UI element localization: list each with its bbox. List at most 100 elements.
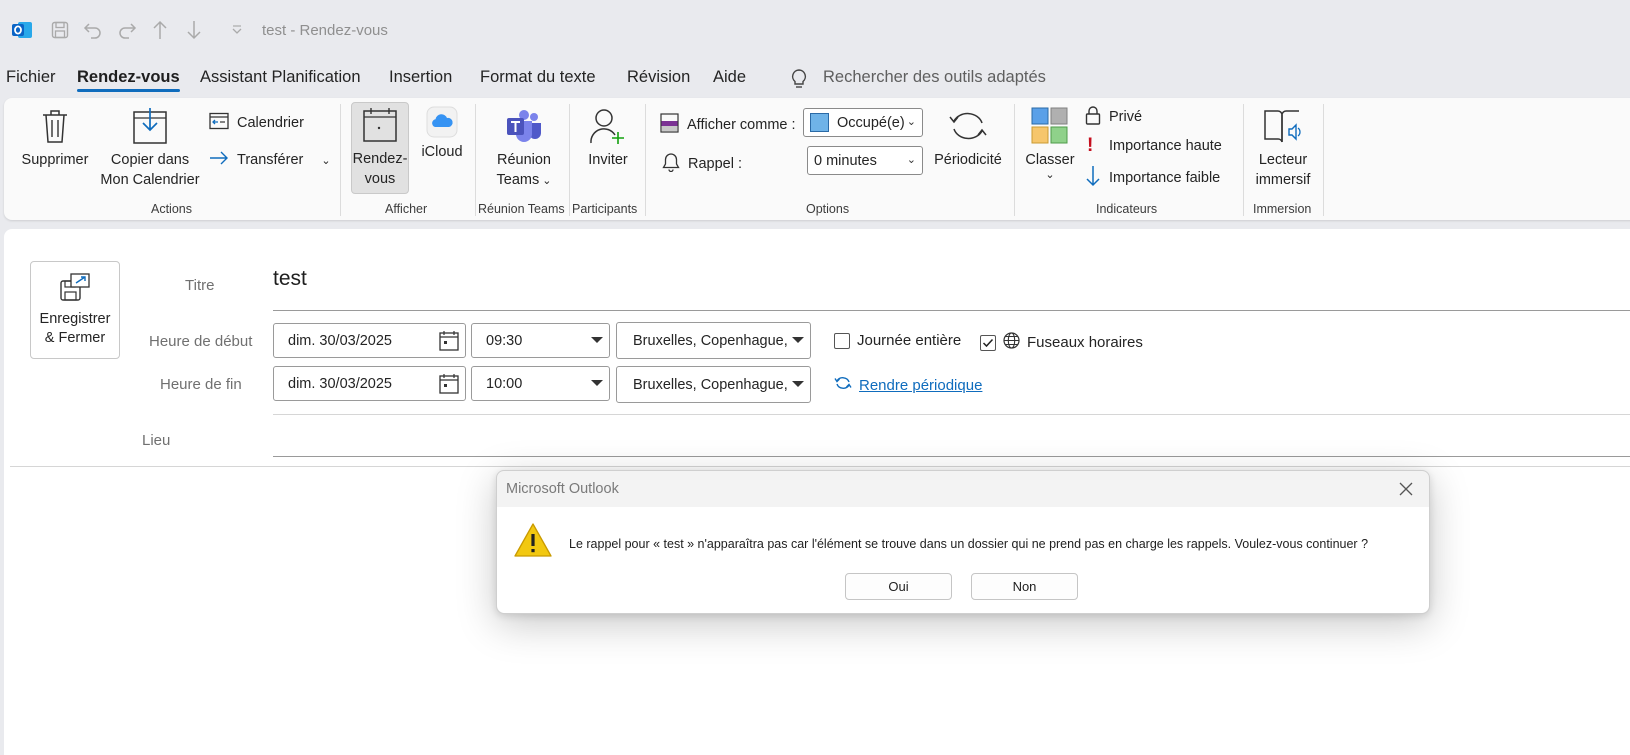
start-timezone-select[interactable]: Bruxelles, Copenhague, (616, 322, 811, 359)
dropdown-arrow-icon (792, 337, 804, 343)
dialog-body: Le rappel pour « test » n'apparaîtra pas… (497, 507, 1429, 613)
icloud-button[interactable]: iCloud (416, 104, 468, 162)
end-timezone-value: Bruxelles, Copenhague, (633, 376, 788, 393)
make-recurring-link[interactable]: Rendre périodique (834, 375, 982, 395)
location-label: Lieu (142, 432, 171, 449)
window-title: test - Rendez-vous (262, 22, 388, 39)
dropdown-arrow-icon (792, 381, 804, 387)
reminder-warning-dialog: Microsoft Outlook Le rappel pour « test … (496, 470, 1430, 614)
immersive-reader-button[interactable]: Lecteur immersif (1249, 104, 1317, 190)
time-zones-checkbox[interactable]: Fuseaux horaires (980, 332, 1143, 353)
location-underline (273, 456, 1630, 457)
teams-icon (484, 104, 564, 148)
location-input[interactable] (273, 425, 1630, 455)
lightbulb-icon (790, 68, 808, 93)
ribbon-divider (569, 104, 570, 216)
calendar-page-icon (352, 103, 408, 147)
end-time-select[interactable]: 10:00 (471, 366, 610, 401)
chevron-down-icon[interactable]: ⌄ (321, 154, 330, 167)
tab-assistant-planification[interactable]: Assistant Planification (200, 68, 361, 87)
arrow-down-icon[interactable] (183, 18, 205, 42)
icloud-label: iCloud (421, 144, 463, 160)
tab-fichier[interactable]: Fichier (6, 68, 56, 87)
private-button[interactable]: Privé (1085, 105, 1142, 129)
appointment-label-line1: Rendez- (352, 151, 408, 167)
title-input[interactable]: test (273, 267, 1630, 302)
immersive-reader-icon (1249, 104, 1317, 148)
reminder-select[interactable]: 0 minutes ⌄ (807, 146, 923, 175)
calendar-icon[interactable] (439, 374, 459, 398)
group-label-options: Options (806, 202, 850, 216)
checkbox-unchecked-icon (834, 332, 850, 349)
ribbon: Supprimer Copier dans Mon Calendrier Cal… (4, 98, 1630, 220)
title-bar: test - Rendez-vous (0, 0, 1630, 60)
categorize-button[interactable]: Classer ⌄ (1020, 104, 1080, 181)
forward-button[interactable]: Transférer ⌄ (209, 151, 331, 169)
undo-icon[interactable] (82, 18, 104, 42)
calendar-download-icon (96, 104, 204, 148)
all-day-checkbox[interactable]: Journée entière (834, 332, 961, 349)
end-timezone-select[interactable]: Bruxelles, Copenhague, (616, 366, 811, 403)
delete-button[interactable]: Supprimer (20, 104, 90, 170)
reminder-label: Rappel : (688, 156, 743, 172)
search-tools-input[interactable]: Rechercher des outils adaptés (823, 68, 1046, 87)
icloud-icon (416, 104, 468, 140)
title-underline (273, 310, 1630, 311)
chevron-down-icon: ⌄ (906, 154, 916, 166)
divider (273, 414, 1630, 415)
copy-label-line1: Copier dans (110, 152, 190, 168)
save-icon[interactable] (49, 18, 71, 42)
calendar-button[interactable]: Calendrier (209, 112, 304, 134)
tab-revision[interactable]: Révision (627, 68, 690, 87)
categorize-label: Classer (1025, 152, 1075, 168)
high-importance-label: Importance haute (1109, 138, 1222, 154)
group-label-indicateurs: Indicateurs (1096, 202, 1158, 216)
tab-aide[interactable]: Aide (713, 68, 746, 87)
save-close-icon (31, 272, 119, 304)
group-label-participants: Participants (572, 202, 638, 216)
group-label-afficher: Afficher (385, 202, 428, 216)
close-icon[interactable] (1395, 478, 1417, 500)
group-label-teams: Réunion Teams (478, 202, 565, 216)
all-day-label: Journée entière (857, 332, 962, 349)
save-close-button[interactable]: Enregistrer & Fermer (30, 261, 120, 359)
end-date-value: dim. 30/03/2025 (288, 375, 392, 392)
start-time-select[interactable]: 09:30 (471, 323, 610, 358)
teams-meeting-button[interactable]: Réunion Teams ⌄ (484, 104, 564, 191)
calendar-icon[interactable] (439, 331, 459, 355)
tab-rendez-vous[interactable]: Rendez-vous (77, 68, 180, 92)
chevron-down-icon: ⌄ (539, 175, 552, 187)
globe-icon (1003, 332, 1020, 353)
dialog-message: Le rappel pour « test » n'apparaîtra pas… (569, 537, 1369, 551)
start-date-value: dim. 30/03/2025 (288, 332, 392, 349)
ribbon-divider (1243, 104, 1244, 216)
low-importance-button[interactable]: Importance faible (1085, 165, 1220, 191)
delete-label: Supprimer (21, 152, 89, 168)
copy-to-calendar-button[interactable]: Copier dans Mon Calendrier (96, 104, 204, 190)
show-as-select[interactable]: Occupé(e) ⌄ (803, 108, 923, 137)
dropdown-arrow-icon (591, 380, 603, 386)
start-date-input[interactable]: dim. 30/03/2025 (273, 323, 466, 358)
end-date-input[interactable]: dim. 30/03/2025 (273, 366, 466, 401)
customize-toolbar-icon[interactable] (226, 18, 248, 42)
no-button[interactable]: Non (971, 573, 1078, 600)
redo-icon[interactable] (116, 18, 138, 42)
busy-color-swatch (810, 113, 829, 132)
appointment-view-button[interactable]: Rendez- vous (351, 102, 409, 194)
immersive-label-line2: immersif (1255, 172, 1311, 188)
yes-button[interactable]: Oui (845, 573, 952, 600)
arrow-up-icon[interactable] (149, 18, 171, 42)
add-person-icon (578, 104, 638, 148)
high-importance-button[interactable]: ! Importance haute (1087, 135, 1222, 157)
tab-format-du-texte[interactable]: Format du texte (480, 68, 596, 87)
bell-icon (662, 152, 680, 176)
tab-insertion[interactable]: Insertion (389, 68, 452, 87)
group-label-immersion: Immersion (1253, 202, 1312, 216)
recurrence-button[interactable]: Périodicité (928, 104, 1008, 170)
invite-button[interactable]: Inviter (578, 104, 638, 170)
low-importance-label: Importance faible (1109, 170, 1221, 186)
show-as-icon (660, 113, 679, 137)
appointment-label-line2: vous (364, 171, 396, 187)
ribbon-divider (1014, 104, 1015, 216)
show-as-row: Afficher comme : (660, 113, 796, 137)
